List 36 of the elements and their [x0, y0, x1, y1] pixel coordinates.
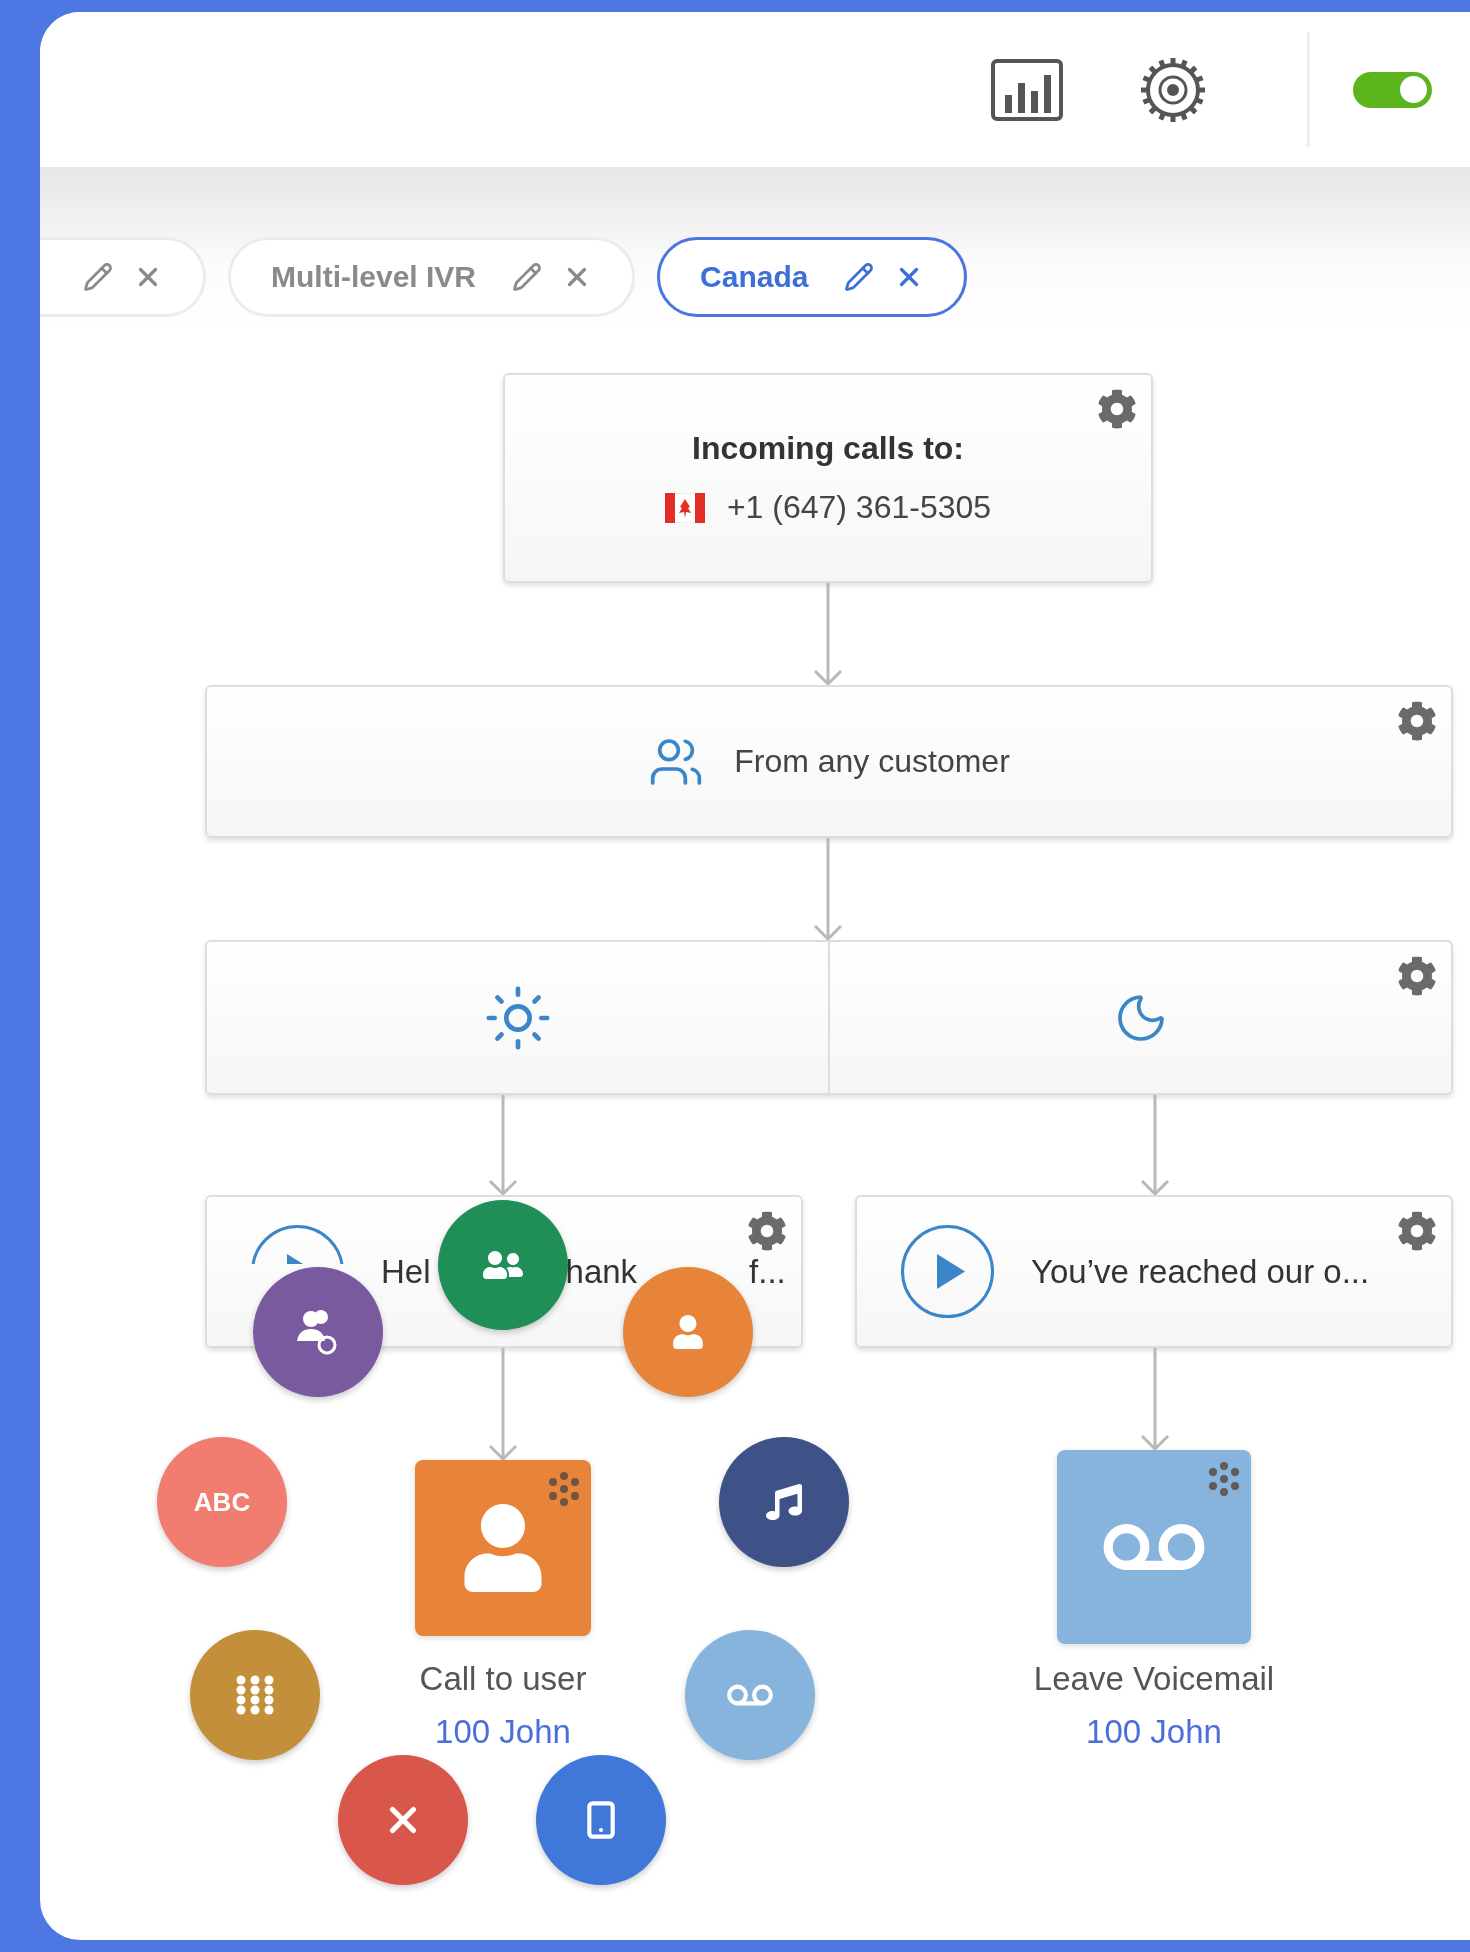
settings-icon[interactable] — [1139, 55, 1207, 124]
greeting-text: Hel — [381, 1252, 431, 1291]
settings-icon[interactable] — [1397, 1211, 1437, 1251]
edit-icon[interactable] — [512, 262, 543, 292]
edit-icon[interactable] — [83, 262, 113, 292]
play-icon[interactable] — [900, 1224, 995, 1319]
edit-icon[interactable] — [844, 262, 875, 292]
dots-icon[interactable] — [1207, 1462, 1241, 1496]
phone-number: +1 (647) 361-5305 — [726, 489, 992, 526]
settings-icon[interactable] — [747, 1211, 787, 1251]
node-title: Incoming calls to: — [692, 430, 964, 467]
flow-tab[interactable] — [40, 237, 206, 317]
music-note-icon — [766, 1484, 802, 1520]
action-label: Leave Voicemail — [1032, 1660, 1276, 1698]
filter-label: From any customer — [734, 743, 1010, 780]
canada-flag-icon — [664, 492, 705, 523]
settings-icon[interactable] — [1397, 956, 1437, 996]
toggle-switch[interactable] — [1353, 71, 1432, 108]
greeting-text: You’ve reached our o... — [1031, 1252, 1370, 1291]
user-icon — [671, 1315, 705, 1349]
action-label: Call to user — [418, 1660, 588, 1698]
keypad-icon — [235, 1675, 275, 1715]
flow-tab[interactable]: Multi-level IVR — [228, 237, 636, 317]
user-link[interactable]: 100 John — [323, 1713, 683, 1751]
flow-tab[interactable]: Canada — [657, 237, 968, 317]
bar-chart-icon[interactable] — [991, 58, 1063, 121]
call-user-tile[interactable] — [415, 1460, 591, 1636]
dots-icon[interactable] — [547, 1472, 581, 1506]
voicemail-tile[interactable] — [1057, 1450, 1251, 1644]
greeting-text: hank — [565, 1252, 638, 1291]
greeting-text: f... — [749, 1252, 786, 1291]
settings-icon[interactable] — [1397, 701, 1437, 741]
settings-icon[interactable] — [1097, 389, 1137, 429]
text-label: ABC — [193, 1486, 251, 1518]
action-button[interactable]: ABC — [157, 1437, 287, 1567]
user-link[interactable]: 100 John — [974, 1713, 1334, 1751]
